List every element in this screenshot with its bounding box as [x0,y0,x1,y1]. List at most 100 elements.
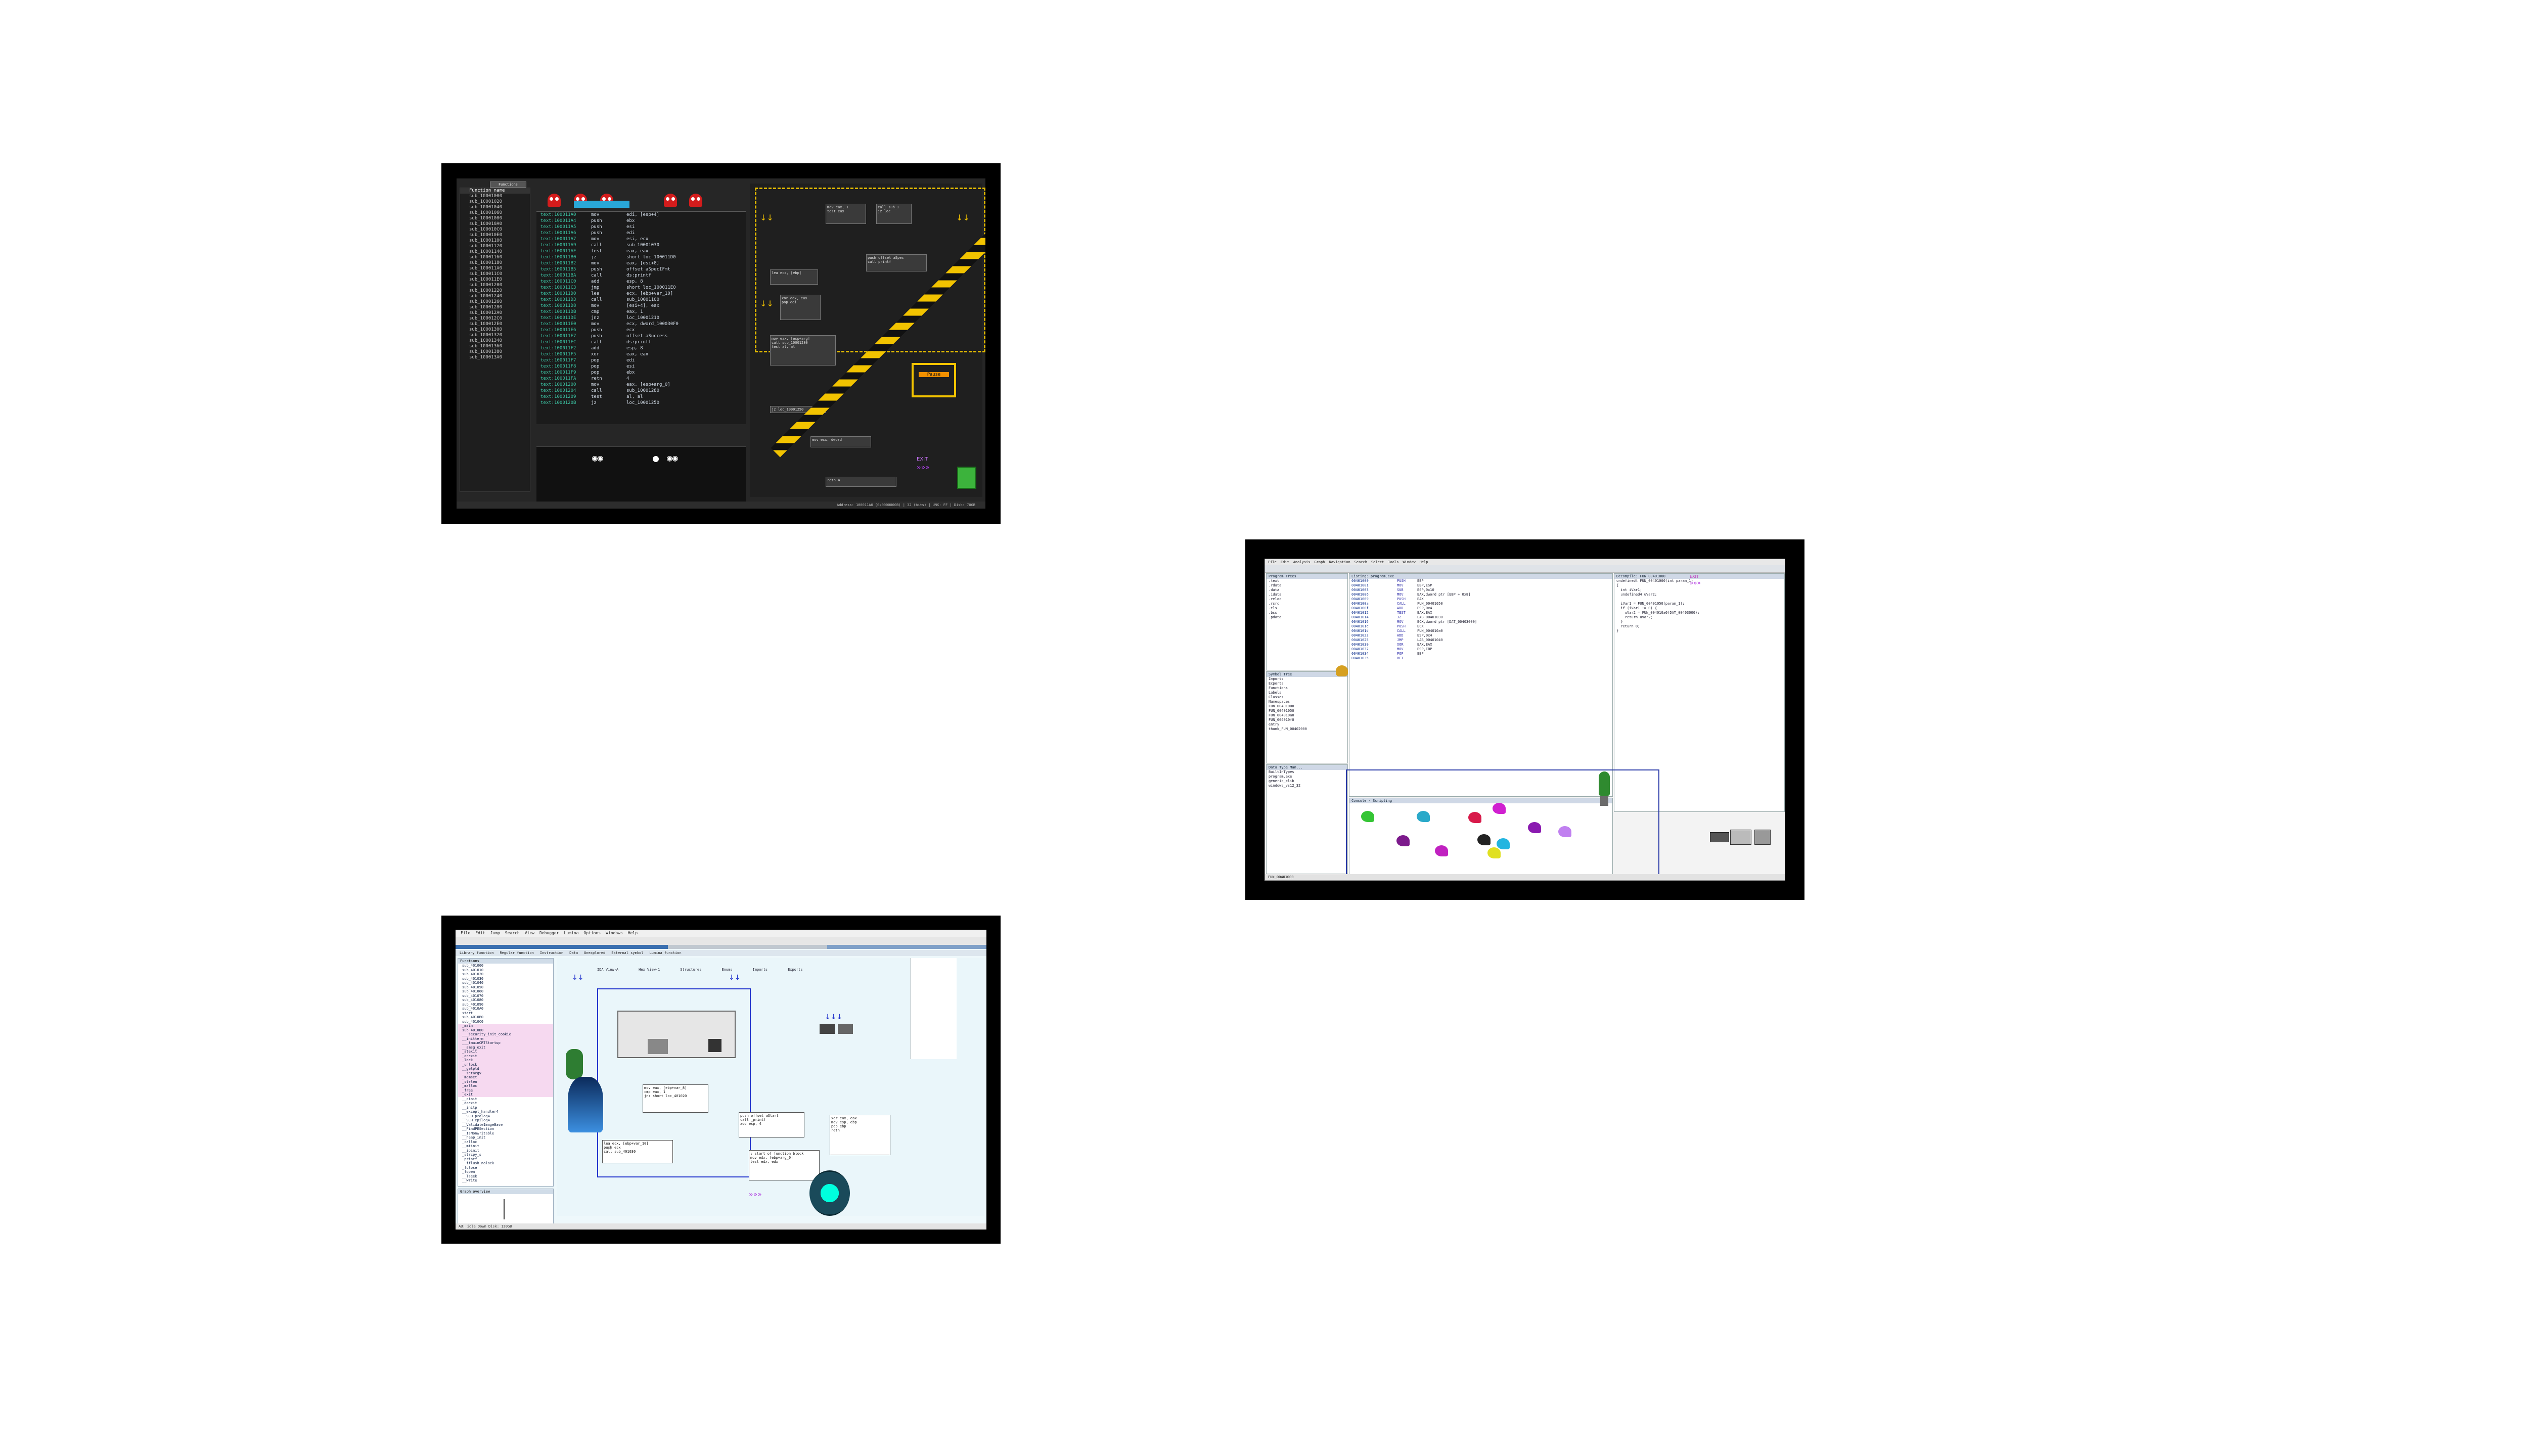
function-list-item[interactable]: sub_100010C0 [460,227,530,233]
view-tab[interactable]: Structures [680,968,701,972]
listing-line[interactable]: 00401001 MOV EBP,ESP [1349,583,1612,588]
listing-line[interactable]: 00401003 SUB ESP,0x10 [1349,588,1612,593]
function-list-item[interactable]: _calloc [458,1140,553,1145]
symbol-tree-item[interactable]: Namespaces [1267,700,1347,704]
graph-node[interactable]: mov ecx, dword [810,436,871,447]
code-line[interactable]: text:100011F7 pop edi [536,357,746,363]
graph-node[interactable]: xor eax, eax mov esp, ebp pop ebp retn [830,1115,890,1155]
function-list-item[interactable]: _malloc [458,1084,553,1088]
function-list-item[interactable]: sub_401030 [458,977,553,981]
code-line[interactable]: text:100011EC call ds:printf [536,339,746,345]
code-line[interactable]: text:100011B2 mov eax, [esi+8] [536,260,746,266]
code-line[interactable]: text:1000120B jz loc_10001250 [536,400,746,406]
toolbar[interactable] [456,937,986,945]
view-tab[interactable]: IDA View-A [597,968,618,972]
data-type-item[interactable]: BuiltInTypes [1267,770,1347,775]
function-list-item[interactable]: __initterm [458,1036,553,1041]
menu-item[interactable]: File [461,931,470,935]
menu-item[interactable]: Tools [1388,560,1398,564]
function-list-item[interactable]: _main [458,1024,553,1028]
symbol-tree-item[interactable]: Classes [1267,695,1347,700]
function-list-item[interactable]: __SEH_epilog4 [458,1118,553,1123]
function-list-item[interactable]: sub_10001020 [460,199,530,205]
function-list-item[interactable]: sub_4010C0 [458,1020,553,1024]
menu-item[interactable]: Edit [1281,560,1289,564]
function-list-item[interactable]: __FindPESection [458,1127,553,1131]
function-list-item[interactable]: sub_10001340 [460,338,530,344]
code-line[interactable]: text:100011F5 xor eax, eax [536,351,746,357]
toolbar[interactable] [1265,565,1785,573]
function-list-item[interactable]: sub_401020 [458,972,553,977]
code-line[interactable]: text:100011A5 push esi [536,224,746,230]
listing-panel[interactable]: Listing: program.exe 00401000 PUSH EBP 0040… [1349,573,1613,797]
menu-item[interactable]: Search [505,931,520,935]
functions-tab[interactable]: Functions [490,181,526,188]
menu-item[interactable]: Select [1371,560,1384,564]
graph-view[interactable]: mov eax, 1 test eax call sub_1 jz loc push… [750,184,985,497]
view-tab[interactable]: Enums [721,968,732,972]
symbol-tree-item[interactable]: thunk_FUN_00402000 [1267,727,1347,732]
function-list-item[interactable]: __amsg_exit [458,1045,553,1050]
function-list-item[interactable]: __SEH_prolog4 [458,1114,553,1119]
code-line[interactable]: text:100011DB cmp eax, 1 [536,309,746,315]
view-tab[interactable]: Hex View-1 [639,968,660,972]
code-line[interactable]: text:100011C0 add esp, 8 [536,279,746,285]
function-list-item[interactable]: __fflush_nolock [458,1161,553,1166]
function-list-item[interactable]: sub_10001320 [460,333,530,338]
listing-line[interactable]: 00401032 MOV ESP,EBP [1349,647,1612,652]
code-line[interactable]: text:100011F8 pop esi [536,363,746,370]
listing-line[interactable]: 00401014 JZ LAB_00401030 [1349,615,1612,620]
menu-item[interactable]: Analysis [1293,560,1311,564]
symbol-tree-panel[interactable]: Symbol Tree Imports Exports Functions Label… [1266,671,1348,763]
symbol-tree-item[interactable]: Exports [1267,681,1347,686]
code-line[interactable]: text:100011D3 call sub_10001100 [536,297,746,303]
code-line[interactable]: text:10001204 call sub_10001280 [536,388,746,394]
code-line[interactable]: text:100011FA retn 4 [536,376,746,382]
listing-line[interactable]: 0040101d CALL FUN_004010a0 [1349,629,1612,633]
listing-line[interactable]: 00401016 MOV ECX,dword ptr [DAT_00403000] [1349,620,1612,624]
function-list-item[interactable]: sub_100011C0 [460,271,530,277]
menu-item[interactable]: Windows [606,931,623,935]
function-list-item[interactable]: __except_handler4 [458,1110,553,1114]
function-list-item[interactable]: sub_100010A0 [460,221,530,227]
function-list-item[interactable]: _unlock [458,1062,553,1067]
function-list-item[interactable]: sub_401080 [458,998,553,1003]
code-line[interactable]: text:100011DE jnz loc_10001210 [536,315,746,321]
function-list-item[interactable]: __cinit [458,1097,553,1102]
program-tree-item[interactable]: .bss [1267,611,1347,615]
code-line[interactable]: text:100011A7 mov esi, ecx [536,236,746,242]
decompile-line[interactable] [1614,597,1784,602]
decompile-line[interactable]: } [1614,620,1784,624]
function-list-item[interactable]: _fopen [458,1170,553,1174]
registers-panel[interactable] [911,958,957,1059]
symbol-tree-item[interactable]: FUN_00401000 [1267,704,1347,709]
function-list-item[interactable]: _strlen [458,1079,553,1084]
graph-node[interactable]: push offset aSpec call printf [866,254,927,271]
function-list-item[interactable]: sub_10001100 [460,238,530,244]
code-line[interactable]: text:100011B0 jz short loc_100011D0 [536,254,746,260]
graph-node[interactable]: xor eax, eax pop edi [780,295,821,320]
function-list-item[interactable]: _fclose [458,1166,553,1170]
function-list-item[interactable]: sub_4010D0 [458,1028,553,1032]
function-list-item[interactable]: ___security_init_cookie [458,1032,553,1037]
code-line[interactable]: text:100011F2 add esp, 8 [536,345,746,351]
function-list-item[interactable]: sub_401040 [458,981,553,985]
program-tree-item[interactable]: .rdata [1267,583,1347,588]
listing-line[interactable]: 00401006 MOV EAX,dword ptr [EBP + 0x8] [1349,593,1612,597]
function-list-item[interactable]: sub_10001300 [460,327,530,333]
view-tab[interactable]: Exports [788,968,803,972]
function-list-item[interactable]: sub_100013A0 [460,355,530,360]
function-list-item[interactable]: sub_10001080 [460,216,530,221]
listing-line[interactable]: 00401035 RET [1349,656,1612,661]
symbol-tree-item[interactable]: FUN_004010f0 [1267,718,1347,722]
function-list-item[interactable]: _lock [458,1058,553,1063]
function-list-item[interactable]: sub_401060 [458,989,553,994]
function-list-item[interactable]: sub_10001280 [460,305,530,310]
symbol-tree-item[interactable]: Functions [1267,686,1347,691]
menu-item[interactable]: Help [628,931,638,935]
menu-item[interactable]: Lumina [564,931,579,935]
function-list-item[interactable]: _free [458,1088,553,1093]
code-line[interactable]: text:100011C3 jmp short loc_100011E0 [536,285,746,291]
program-tree-item[interactable]: .pdata [1267,615,1347,620]
function-list-item[interactable]: __ValidateImageBase [458,1123,553,1127]
